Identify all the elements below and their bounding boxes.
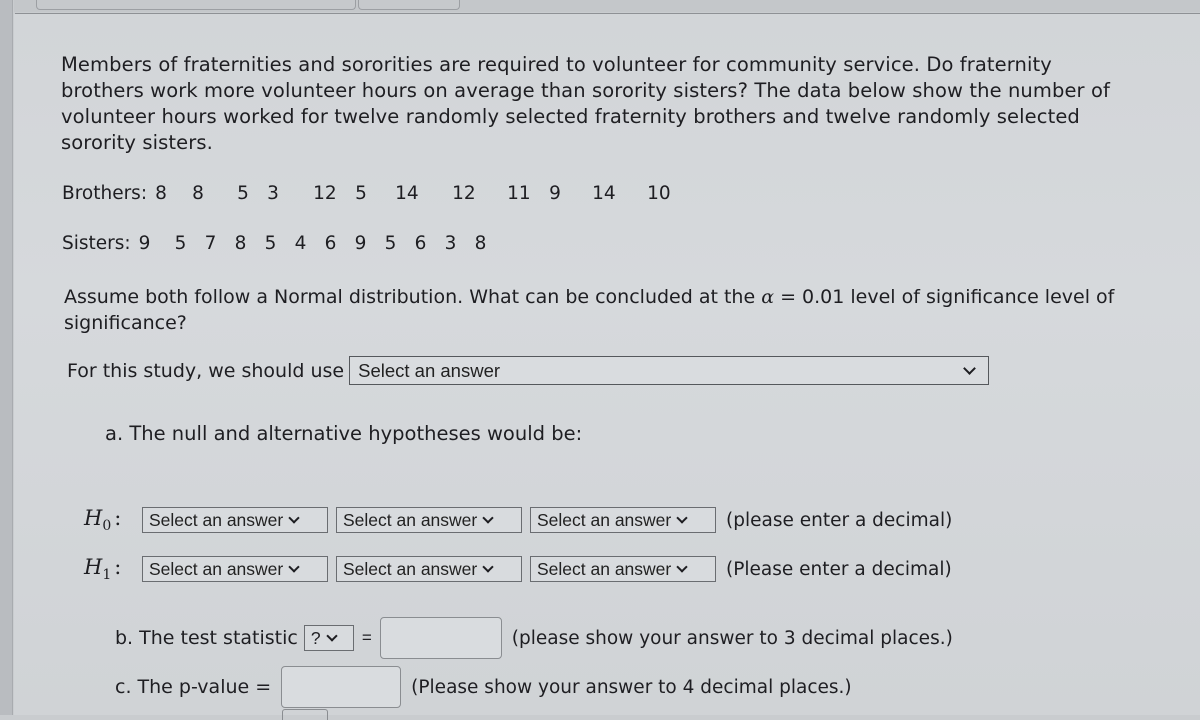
chevron-down-icon [676,561,688,573]
h0-parameter-select[interactable]: Select an answer [142,507,328,534]
h1-parameter-select[interactable]: Select an answer [142,556,328,583]
window-left-edge [0,0,13,715]
sisters-value: 9 [138,233,151,254]
h0-hint: (please enter a decimal) [726,509,953,531]
sisters-value: 6 [414,233,427,254]
question-intro: Members of fraternities and sororities a… [61,53,1110,154]
brothers-value: 12 [313,183,337,204]
sisters-value: 4 [294,233,307,254]
p-value-row: c. The p-value = (Please show your answe… [115,666,852,708]
sisters-value: 7 [204,233,217,254]
top-tab-right [358,0,460,10]
brothers-data-row: Brothers: 8 8 5 3 12 5 14 12 11 9 14 10 [62,183,671,204]
chevron-down-icon [288,561,300,573]
brothers-value: 14 [395,183,419,204]
test-statistic-input[interactable] [379,617,502,659]
h1-operator-select[interactable]: Select an answer [336,556,522,583]
brothers-value: 5 [237,183,249,204]
brothers-value: 5 [355,183,367,204]
h0-value-select[interactable]: Select an answer [530,507,716,534]
assumption-prefix: Assume both follow a Normal distribution… [64,286,762,308]
brothers-value: 3 [267,183,279,204]
top-toolbar-strip [14,0,1200,12]
test-statistic-hint: (please show your answer to 3 decimal pl… [511,627,953,649]
brothers-value: 10 [647,183,671,204]
sisters-value: 8 [474,233,487,254]
study-row: For this study, we should use Select an … [67,356,990,385]
h0-operator-select[interactable]: Select an answer [336,507,522,534]
test-statistic-label: b. The test statistic [115,627,298,649]
test-type-select-value: Select an answer [358,359,501,381]
brothers-value: 9 [549,183,561,204]
brothers-label: Brothers: [62,183,148,204]
null-hypothesis-label: H0: [84,506,122,535]
sisters-value: 5 [264,233,277,254]
p-value-input[interactable] [281,666,402,708]
chevron-down-icon [676,512,688,524]
brothers-value: 8 [155,183,167,204]
equals-sign: = [361,628,372,647]
p-value-label: c. The p-value = [115,676,272,698]
sisters-value: 9 [354,233,367,254]
p-value-hint: (Please show your answer to 4 decimal pl… [411,676,852,698]
sisters-data-row: Sisters: 9 5 7 8 5 4 6 9 5 6 3 8 [62,233,486,254]
null-hypothesis-row: H0: Select an answer Select an answer Se… [84,506,952,534]
h1-hint: (Please enter a decimal) [726,558,952,580]
top-tab-left [36,0,356,10]
alternative-hypothesis-row: H1: Select an answer Select an answer Se… [84,555,952,583]
brothers-value: 14 [592,183,616,204]
sisters-value: 3 [444,233,457,254]
chevron-down-icon [482,561,494,573]
sisters-value: 6 [324,233,337,254]
alternative-hypothesis-label: H1: [84,555,122,584]
sisters-label: Sisters: [62,233,131,254]
chevron-down-icon [288,512,300,524]
chevron-down-icon [963,361,976,375]
h1-value-select[interactable]: Select an answer [530,556,716,583]
study-label: For this study, we should use [67,359,345,382]
assumption-text: Assume both follow a Normal distribution… [64,284,1124,336]
sisters-value: 5 [174,233,187,254]
chevron-down-icon [482,512,494,524]
brothers-value: 8 [192,183,204,204]
alpha-symbol: α [761,286,775,308]
part-a-title: a. The null and alternative hypotheses w… [105,422,583,445]
test-type-select[interactable]: Select an answer [349,356,990,385]
brothers-value: 12 [452,183,476,204]
sisters-value: 5 [384,233,397,254]
sisters-value: 8 [234,233,247,254]
test-statistic-row: b. The test statistic ? = (please show y… [115,617,953,659]
brothers-value: 11 [507,183,531,204]
chevron-down-icon [325,630,338,642]
statistic-type-select[interactable]: ? [303,625,354,651]
